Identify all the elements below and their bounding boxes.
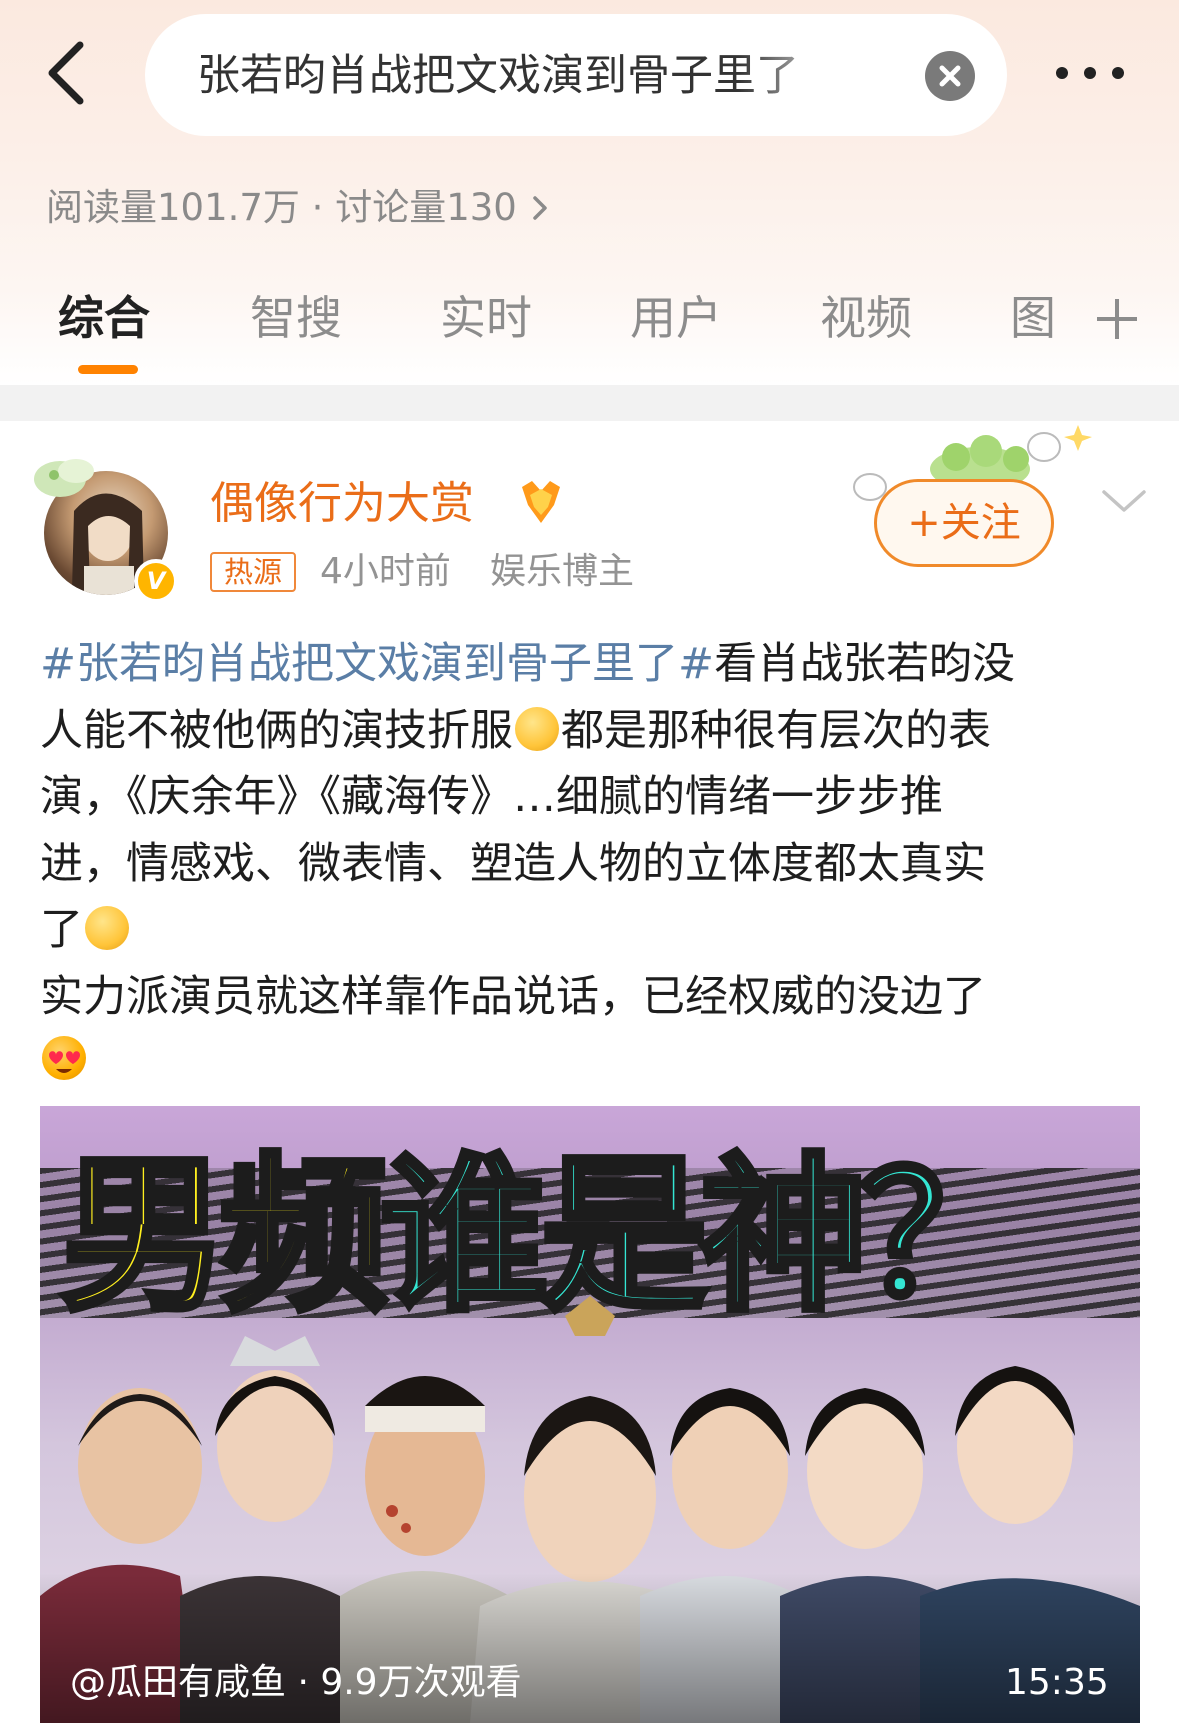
tab-realtime[interactable]: 实时 xyxy=(440,283,532,353)
more-icon xyxy=(1056,67,1124,79)
tab-bar: 综合 智搜 实时 用户 视频 图 xyxy=(0,283,1179,383)
add-tab-icon[interactable] xyxy=(1095,297,1139,341)
post-line: 人能不被他俩的演技折服 都是那种很有层次的表 xyxy=(40,698,1150,765)
post-hashtag[interactable]: #张若昀肖战把文戏演到骨子里了# xyxy=(40,639,714,689)
topic-stats-text: 阅读量101.7万 · 讨论量130 xyxy=(46,186,517,229)
back-button[interactable] xyxy=(40,35,110,115)
video-thumbnail[interactable]: 男频谁是神？ @瓜田有咸鱼 · 9.9万次观看 15:35 xyxy=(40,1106,1140,1723)
author-type: 娱乐博主 xyxy=(490,551,635,592)
chevron-right-icon xyxy=(533,196,547,220)
post-line: #张若昀肖战把文戏演到骨子里了#看肖战张若昀没 xyxy=(40,631,1150,698)
top-header: 张若昀肖战把文戏演到骨子里了 阅读量101.7万 · 讨论量130 综合 智搜 … xyxy=(0,0,1179,385)
back-arrow-icon xyxy=(48,41,84,105)
tab-images[interactable]: 图 xyxy=(1010,283,1056,353)
author-avatar[interactable]: V xyxy=(30,449,180,603)
source-tag: 热源 xyxy=(210,552,297,592)
video-info: @瓜田有咸鱼 · 9.9万次观看 xyxy=(70,1662,522,1703)
tab-users[interactable]: 用户 xyxy=(630,283,722,353)
post-line: 了 xyxy=(40,897,1150,964)
clear-icon xyxy=(939,65,961,87)
verified-v-icon: V xyxy=(134,559,178,603)
post-text-segment: 了 xyxy=(40,905,83,955)
clear-search-button[interactable] xyxy=(925,51,975,101)
more-button[interactable] xyxy=(1050,55,1130,91)
post-line: 演，《庆余年》《藏海传》…细腻的情绪一步步推 xyxy=(40,772,943,822)
medal-icon xyxy=(522,481,560,523)
post-text-segment: 人能不被他俩的演技折服 xyxy=(40,705,513,756)
active-tab-indicator xyxy=(78,365,138,374)
author-name[interactable]: 偶像行为大赏 xyxy=(210,474,474,534)
avatar-frame-decoration xyxy=(34,459,94,497)
chevron-down-icon[interactable] xyxy=(1100,486,1148,516)
tab-comprehensive[interactable]: 综合 xyxy=(58,283,150,353)
post-line xyxy=(40,1030,1150,1097)
pray-emoji-icon xyxy=(515,706,559,751)
post-body: #张若昀肖战把文戏演到骨子里了#看肖战张若昀没 人能不被他俩的演技折服 都是那种很… xyxy=(40,631,1150,1097)
pray-emoji-icon xyxy=(85,906,129,950)
heart-eyes-emoji-icon xyxy=(42,1036,86,1080)
follow-button[interactable]: +关注 xyxy=(874,479,1054,567)
post-line: 实力派演员就这样靠作品说话，已经权威的没边了 xyxy=(40,971,986,1022)
post-card[interactable]: V 偶像行为大赏 热源 4小时前 娱乐博主 +关注 #张若昀肖战把文戏演到骨子里… xyxy=(0,421,1179,1723)
video-duration: 15:35 xyxy=(1005,1662,1109,1703)
topic-stats[interactable]: 阅读量101.7万 · 讨论量130 xyxy=(46,183,549,233)
tab-smart-search[interactable]: 智搜 xyxy=(250,283,342,353)
post-line: 进，情感戏、微表情、塑造人物的立体度都太真实 xyxy=(40,838,986,889)
section-divider xyxy=(0,385,1179,421)
post-text-segment: 看肖战张若昀没 xyxy=(714,639,1016,689)
post-time: 4小时前 xyxy=(320,551,451,592)
search-box[interactable]: 张若昀肖战把文戏演到骨子里了 xyxy=(145,14,1007,136)
post-text-segment: 都是那种很有层次的表 xyxy=(561,705,991,756)
tab-video[interactable]: 视频 xyxy=(820,283,912,353)
search-input[interactable]: 张若昀肖战把文戏演到骨子里了 xyxy=(197,46,857,106)
